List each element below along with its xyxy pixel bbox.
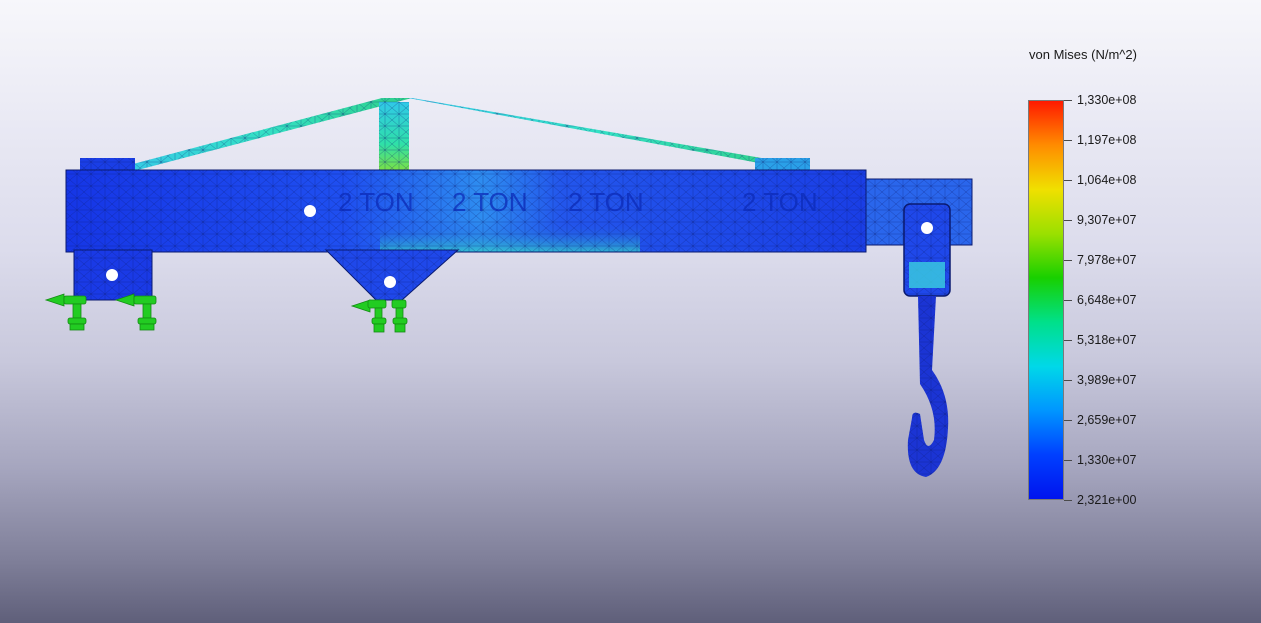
legend-tick xyxy=(1064,260,1072,261)
legend-tick-label: 2,659e+07 xyxy=(1077,413,1137,427)
legend-tick xyxy=(1064,340,1072,341)
legend-tick-label: 1,197e+08 xyxy=(1077,133,1137,147)
legend-tick-label: 1,330e+07 xyxy=(1077,453,1137,467)
legend-tick xyxy=(1064,140,1072,141)
legend-tick xyxy=(1064,500,1072,501)
pin-hole xyxy=(304,205,316,217)
legend-tick xyxy=(1064,380,1072,381)
fixture-4 xyxy=(391,299,408,333)
legend-tick-label: 3,989e+07 xyxy=(1077,373,1137,387)
fixture-3 xyxy=(350,299,387,333)
legend-tick-label: 9,307e+07 xyxy=(1077,213,1137,227)
left-support xyxy=(73,249,153,301)
fixture-2 xyxy=(114,293,157,331)
legend-tick xyxy=(1064,100,1072,101)
color-scale-bar xyxy=(1028,100,1064,500)
legend-tick-label: 6,648e+07 xyxy=(1077,293,1137,307)
beam-text-2: 2 TON xyxy=(452,187,528,217)
beam-text-3: 2 TON xyxy=(568,187,644,217)
beam-markings: 2 TON 2 TON 2 TON 2 TON xyxy=(338,187,818,217)
beam-text-1: 2 TON xyxy=(338,187,414,217)
legend-tick-label: 2,321e+00 xyxy=(1077,493,1137,507)
legend-tick-label: 1,330e+08 xyxy=(1077,93,1137,107)
legend-tick-label: 1,064e+08 xyxy=(1077,173,1137,187)
graphics-viewport[interactable]: 2 TON 2 TON 2 TON 2 TON von Mises (N/m^2… xyxy=(0,0,1261,623)
legend-tick xyxy=(1064,420,1072,421)
hook-assembly xyxy=(903,203,951,477)
legend-title: von Mises (N/m^2) xyxy=(1029,47,1137,62)
legend-tick xyxy=(1064,220,1072,221)
legend-tick-label: 7,978e+07 xyxy=(1077,253,1137,267)
legend-tick-label: 5,318e+07 xyxy=(1077,333,1137,347)
legend-tick xyxy=(1064,180,1072,181)
legend-tick xyxy=(1064,460,1072,461)
center-bracket xyxy=(324,249,460,301)
beam-text-4: 2 TON xyxy=(742,187,818,217)
fixture-1 xyxy=(44,293,87,331)
vertical-post xyxy=(379,102,409,172)
truss-struts xyxy=(118,98,785,172)
legend-tick xyxy=(1064,300,1072,301)
stress-legend: von Mises (N/m^2) 1,330e+08 1,197e+08 1,06… xyxy=(1020,42,1250,512)
